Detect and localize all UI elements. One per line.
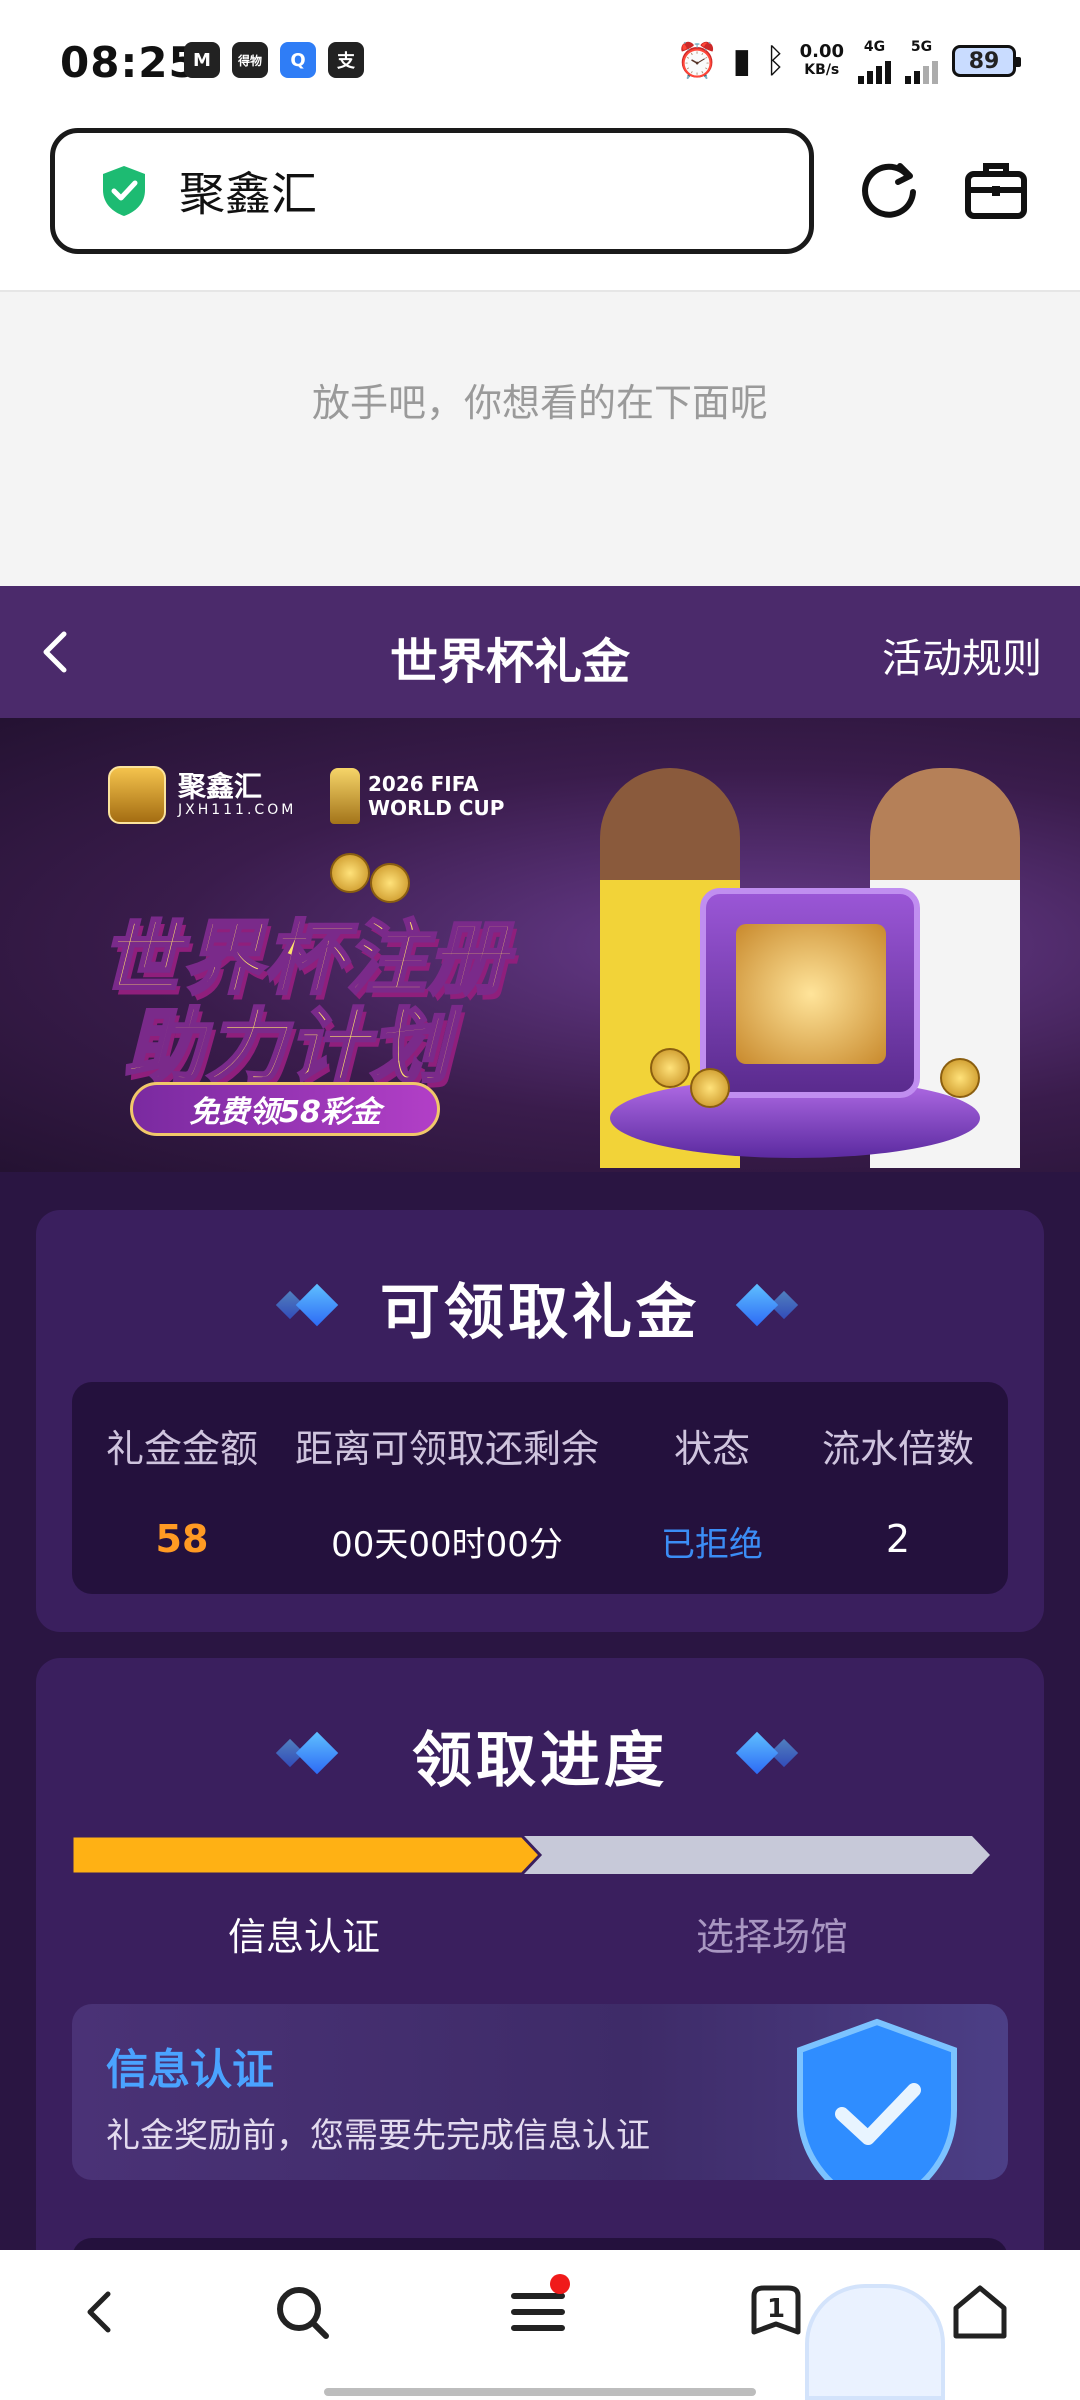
step-info-verification: 信息认证 <box>228 1915 381 1959</box>
tab-count: 1 <box>766 2294 786 2324</box>
nav-tabs-button[interactable]: 1 <box>740 2276 812 2348</box>
col-status: 状态 已拒绝 <box>642 1418 782 1566</box>
nav-menu-button[interactable] <box>502 2274 574 2348</box>
nav-home-button[interactable] <box>944 2276 1016 2348</box>
promo-banner[interactable]: 聚鑫汇 JXH111.COM 2026 FIFA WORLD CUP 世界杯注册… <box>0 718 1080 1172</box>
coin-icon <box>690 1068 730 1108</box>
signal-5g-bars-icon <box>905 56 938 84</box>
progress-bar <box>72 1836 990 1874</box>
coin-icon <box>650 1048 690 1088</box>
fifa-badge: 2026 FIFA WORLD CUP <box>330 768 504 824</box>
banner-offer-pill: 免费领58彩金 <box>130 1082 440 1136</box>
shield-check-icon <box>797 2018 957 2180</box>
world-cup-trophy-icon <box>330 768 360 824</box>
coin-icon <box>370 863 410 903</box>
col-multiplier: 流水倍数 2 <box>808 1418 988 1561</box>
step-choose-venue: 选择场馆 <box>696 1915 849 1959</box>
coin-icon <box>330 853 370 893</box>
col-header-amount: 礼金金额 <box>105 1427 258 1471</box>
bonus-remaining-time: 00天00时00分 <box>331 1525 563 1565</box>
progress-section-title: 领取进度 <box>412 1726 668 1796</box>
info-verification-card[interactable]: 信息认证 礼金奖励前，您需要先完成信息认证 <box>72 2004 1008 2180</box>
shield-check-icon <box>103 166 145 216</box>
address-bar[interactable]: 聚鑫汇 <box>50 128 814 254</box>
fifa-event: WORLD CUP <box>368 796 505 820</box>
status-app-icons: M 得物 Q 支 <box>184 42 364 78</box>
brand-name: 聚鑫汇 <box>178 770 263 803</box>
progress-bar-fill <box>72 1836 543 1874</box>
net-speed-value: 0.00 <box>799 41 844 62</box>
status-indicators: ⏰ ▮ ᛒ 0.00 KB/s 4G 5G 89 <box>676 38 1021 84</box>
bonus-section-title: 可领取礼金 <box>380 1278 700 1348</box>
progress-card: 领取进度 信息认证 选择场馆 信息认证 礼金奖励前，您需要先完成信息认证 <box>36 1658 1044 2298</box>
main-content: 可领取礼金 礼金金额 58 距离可领取还剩余 00天00时00分 状态 已拒绝 … <box>0 1172 1080 2298</box>
col-header-remaining: 距离可领取还剩余 <box>294 1427 599 1471</box>
brand-logo-icon <box>108 766 166 824</box>
q-app-icon: Q <box>280 42 316 78</box>
banner-headline-2: 助力计划 <box>123 999 452 1095</box>
signal-4g-bars-icon <box>858 56 891 84</box>
metro-app-icon: M <box>184 42 220 78</box>
signal-5g-label: 5G <box>910 39 933 55</box>
diamond-deco-right-icon <box>735 1283 799 1327</box>
nav-search-button[interactable] <box>266 2276 338 2348</box>
col-remaining: 距离可领取还剩余 00天00时00分 <box>282 1418 612 1566</box>
alarm-icon: ⏰ <box>676 41 719 81</box>
pull-hint-text: 放手吧，你想看的在下面呢 <box>311 381 768 425</box>
treasure-safe-image <box>700 888 920 1098</box>
bonus-multiplier: 2 <box>885 1517 911 1561</box>
bonus-status: 已拒绝 <box>661 1525 763 1565</box>
diamond-deco-right-icon <box>735 1731 799 1775</box>
page-header: 世界杯礼金 活动规则 <box>0 586 1080 718</box>
pull-hint-area: 放手吧，你想看的在下面呢 <box>0 292 1080 586</box>
net-speed-unit: KB/s <box>804 62 840 78</box>
activity-rules-link[interactable]: 活动规则 <box>882 626 1042 684</box>
bonus-card: 可领取礼金 礼金金额 58 距离可领取还剩余 00天00时00分 状态 已拒绝 … <box>36 1210 1044 1632</box>
search-icon <box>277 2287 329 2339</box>
dewu-app-icon: 得物 <box>232 42 268 78</box>
bonus-table: 礼金金额 58 距离可领取还剩余 00天00时00分 状态 已拒绝 流水倍数 2 <box>72 1382 1008 1594</box>
bluetooth-icon: ᛒ <box>765 41 786 81</box>
menu-icon <box>511 2293 565 2331</box>
reload-icon[interactable] <box>856 156 922 222</box>
page-title: 世界杯礼金 <box>389 634 630 690</box>
info-card-description: 礼金奖励前，您需要先完成信息认证 <box>106 2116 650 2156</box>
battery-icon: 89 <box>952 45 1021 77</box>
col-header-multiplier: 流水倍数 <box>821 1427 974 1471</box>
coin-icon <box>940 1058 980 1098</box>
browser-toolbar: 聚鑫汇 <box>0 120 1080 292</box>
alipay-app-icon: 支 <box>328 42 364 78</box>
col-header-status: 状态 <box>673 1427 750 1471</box>
briefcase-icon[interactable] <box>962 156 1030 222</box>
banner-brand: 聚鑫汇 JXH111.COM <box>108 766 296 824</box>
info-card-title: 信息认证 <box>106 2045 275 2094</box>
floating-mascot-image[interactable] <box>805 2284 945 2400</box>
battery-level: 89 <box>968 48 1000 74</box>
back-icon <box>87 2291 111 2333</box>
col-amount: 礼金金额 58 <box>92 1418 272 1561</box>
net-speed: 0.00 KB/s <box>800 43 844 79</box>
bonus-amount: 58 <box>155 1517 209 1561</box>
nav-back-button[interactable] <box>64 2276 136 2348</box>
signal-4g: 4G <box>858 38 891 84</box>
vibrate-icon: ▮ <box>732 41 752 81</box>
signal-4g-label: 4G <box>863 39 886 55</box>
fifa-year: 2026 FIFA <box>368 772 479 796</box>
notification-dot <box>550 2274 570 2294</box>
signal-5g: 5G <box>905 38 938 84</box>
status-bar: 08:25 M 得物 Q 支 ⏰ ▮ ᛒ 0.00 KB/s 4G 5G 89 <box>0 0 1080 120</box>
home-icon <box>953 2285 1007 2339</box>
address-text: 聚鑫汇 <box>179 167 317 221</box>
home-indicator[interactable] <box>324 2388 756 2396</box>
status-time: 08:25 <box>60 38 199 87</box>
brand-url: JXH111.COM <box>178 802 297 818</box>
